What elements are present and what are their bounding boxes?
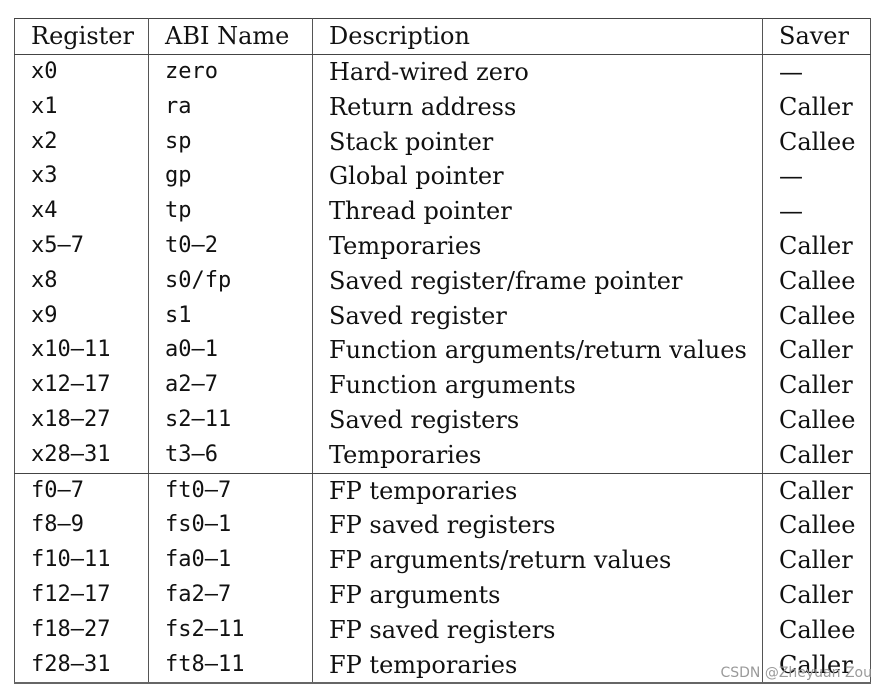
table-row: x8 s0/fp Saved register/frame pointer Calle… [14, 263, 871, 299]
abi-name-cell: zero [148, 54, 313, 90]
saver-cell: Callee [762, 508, 871, 544]
abi-name-cell: s0/fp [148, 263, 313, 299]
description-cell: Thread pointer [312, 194, 763, 229]
saver-cell: Caller [762, 577, 871, 613]
integer-registers-section: x0 zero Hard-wired zero — x1 ra Return address… [14, 54, 871, 474]
abi-name-cell: t3–6 [148, 437, 313, 474]
table-row: x12–17 a2–7 Function arguments Caller [14, 368, 871, 403]
register-cell: x0 [14, 54, 149, 90]
register-cell: f8–9 [14, 508, 149, 544]
description-cell: Saved register/frame pointer [312, 263, 763, 299]
saver-cell: Caller [762, 333, 871, 369]
register-cell: x28–31 [14, 437, 149, 474]
description-cell: FP temporaries [312, 473, 763, 509]
saver-cell: Caller [762, 368, 871, 403]
saver-cell: Callee [762, 124, 871, 160]
watermark: CSDN @Zheyuan Zou [720, 665, 872, 681]
saver-cell: — [762, 194, 871, 229]
table-row: x9 s1 Saved register Callee [14, 298, 871, 334]
register-cell: x12–17 [14, 368, 149, 403]
register-abi-table: Register ABI Name Description Saver x0 ze… [14, 18, 871, 685]
abi-name-cell: ft0–7 [148, 473, 313, 509]
abi-name-cell: s1 [148, 298, 313, 334]
abi-name-cell: t0–2 [148, 228, 313, 264]
header-register: Register [14, 18, 149, 55]
saver-cell: Caller [762, 473, 871, 509]
register-cell: x3 [14, 159, 149, 195]
saver-cell: Caller [762, 543, 871, 578]
register-cell: x8 [14, 263, 149, 299]
register-cell: x18–27 [14, 402, 149, 438]
saver-cell: — [762, 159, 871, 195]
table-row: x4 tp Thread pointer — [14, 194, 871, 229]
saver-cell: Caller [762, 228, 871, 264]
abi-name-cell: sp [148, 124, 313, 160]
table-row: x5–7 t0–2 Temporaries Caller [14, 228, 871, 264]
header-row: Register ABI Name Description Saver [14, 18, 871, 55]
register-cell: f12–17 [14, 577, 149, 613]
table-row: x1 ra Return address Caller [14, 89, 871, 125]
fp-registers-section: f0–7 ft0–7 FP temporaries Caller f8–9 fs0–1 FP… [14, 473, 871, 685]
abi-name-cell: fa0–1 [148, 543, 313, 578]
register-cell: x4 [14, 194, 149, 229]
table-row: x28–31 t3–6 Temporaries Caller [14, 437, 871, 474]
table-row: f18–27 fs2–11 FP saved registers Callee [14, 612, 871, 648]
saver-cell: Callee [762, 298, 871, 334]
saver-cell: Callee [762, 402, 871, 438]
abi-name-cell: a2–7 [148, 368, 313, 403]
saver-cell: Caller [762, 437, 871, 474]
register-cell: x9 [14, 298, 149, 334]
saver-cell: Caller [762, 89, 871, 125]
description-cell: Hard-wired zero [312, 54, 763, 90]
table-row: f0–7 ft0–7 FP temporaries Caller [14, 473, 871, 509]
saver-cell: Callee [762, 263, 871, 299]
table-row: x0 zero Hard-wired zero — [14, 54, 871, 90]
abi-name-cell: gp [148, 159, 313, 195]
description-cell: FP arguments/return values [312, 543, 763, 578]
description-cell: FP temporaries [312, 647, 763, 685]
description-cell: Temporaries [312, 228, 763, 264]
register-cell: x1 [14, 89, 149, 125]
abi-name-cell: tp [148, 194, 313, 229]
register-cell: x2 [14, 124, 149, 160]
register-cell: f0–7 [14, 473, 149, 509]
header-saver: Saver [762, 18, 871, 55]
description-cell: Function arguments/return values [312, 333, 763, 369]
abi-name-cell: s2–11 [148, 402, 313, 438]
table-row: x18–27 s2–11 Saved registers Callee [14, 402, 871, 438]
saver-cell: — [762, 54, 871, 90]
table-row: x3 gp Global pointer — [14, 159, 871, 195]
description-cell: FP saved registers [312, 612, 763, 648]
description-cell: Temporaries [312, 437, 763, 474]
abi-name-cell: fa2–7 [148, 577, 313, 613]
header-description: Description [312, 18, 763, 55]
description-cell: FP saved registers [312, 508, 763, 544]
table-row: f12–17 fa2–7 FP arguments Caller [14, 577, 871, 613]
description-cell: FP arguments [312, 577, 763, 613]
register-cell: f10–11 [14, 543, 149, 578]
register-cell: f18–27 [14, 612, 149, 648]
description-cell: Saved registers [312, 402, 763, 438]
register-cell: x10–11 [14, 333, 149, 369]
table-row: f10–11 fa0–1 FP arguments/return values Cal… [14, 543, 871, 578]
description-cell: Return address [312, 89, 763, 125]
register-cell: x5–7 [14, 228, 149, 264]
abi-name-cell: fs0–1 [148, 508, 313, 544]
description-cell: Global pointer [312, 159, 763, 195]
saver-cell: Callee [762, 612, 871, 648]
abi-name-cell: ra [148, 89, 313, 125]
table-row: x2 sp Stack pointer Callee [14, 124, 871, 160]
abi-name-cell: a0–1 [148, 333, 313, 369]
abi-name-cell: ft8–11 [148, 647, 313, 685]
table-row: f8–9 fs0–1 FP saved registers Callee [14, 508, 871, 544]
header-abi-name: ABI Name [148, 18, 313, 55]
register-cell: f28–31 [14, 647, 149, 685]
description-cell: Stack pointer [312, 124, 763, 160]
table-row: x10–11 a0–1 Function arguments/return valu… [14, 333, 871, 369]
description-cell: Saved register [312, 298, 763, 334]
abi-name-cell: fs2–11 [148, 612, 313, 648]
description-cell: Function arguments [312, 368, 763, 403]
